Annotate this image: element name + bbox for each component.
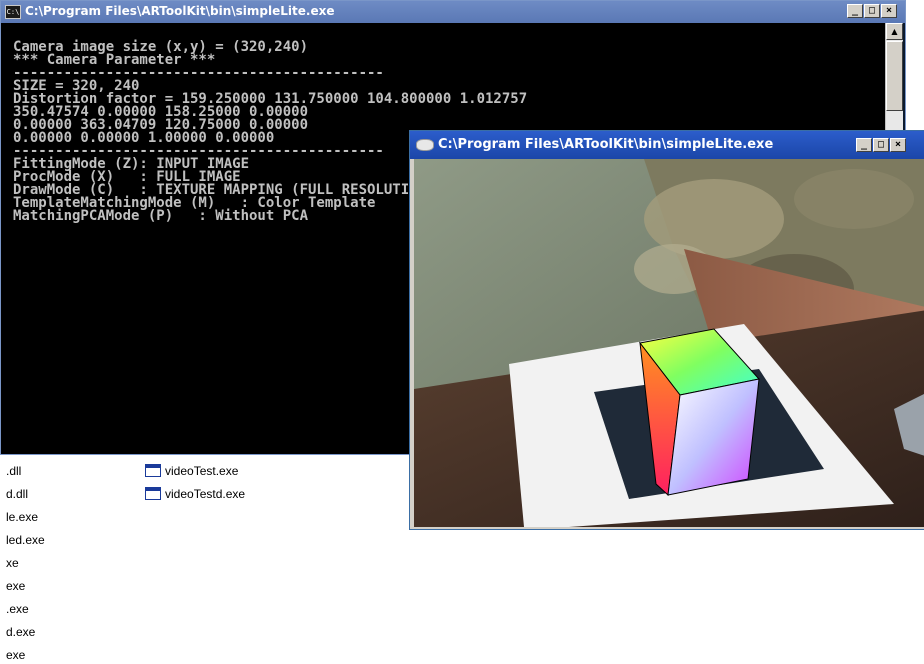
console-titlebar[interactable]: C:\ C:\Program Files\ARToolKit\bin\simpl… [1, 1, 905, 23]
file-name: .dll [6, 464, 22, 478]
file-name: le.exe [6, 510, 39, 524]
file-name: d.dll [6, 487, 29, 501]
close-button[interactable]: × [890, 138, 906, 152]
file-name: exe [6, 579, 26, 593]
list-item[interactable]: xe [6, 554, 19, 572]
exe-icon [145, 487, 161, 500]
window-app-icon [416, 139, 434, 151]
list-item[interactable]: .exe [6, 600, 29, 618]
camera-view[interactable] [414, 159, 924, 527]
window-controls: _ □ × [847, 4, 897, 18]
file-name: d.exe [6, 625, 36, 639]
minimize-button[interactable]: _ [856, 138, 872, 152]
file-name: xe [6, 556, 19, 570]
maximize-button[interactable]: □ [873, 138, 889, 152]
exe-icon [145, 464, 161, 477]
console-icon: C:\ [5, 5, 21, 19]
list-item[interactable]: videoTestd.exe [145, 485, 245, 503]
ar-window[interactable]: C:\Program Files\ARToolKit\bin\simpleLit… [409, 130, 924, 530]
camera-image [414, 159, 924, 527]
list-item[interactable]: d.dll [6, 485, 28, 503]
scroll-thumb[interactable] [886, 41, 903, 111]
list-item[interactable]: exe [6, 577, 25, 595]
console-title: C:\Program Files\ARToolKit\bin\simpleLit… [25, 4, 335, 18]
list-item[interactable]: le.exe [6, 508, 38, 526]
window-controls: _ □ × [856, 138, 906, 152]
close-button[interactable]: × [881, 4, 897, 18]
scroll-up-icon[interactable]: ▲ [886, 23, 903, 40]
maximize-button[interactable]: □ [864, 4, 880, 18]
list-item[interactable]: exe [6, 646, 25, 664]
ar-title: C:\Program Files\ARToolKit\bin\simpleLit… [438, 137, 774, 152]
file-list: .dll d.dll le.exe led.exe xe exe .exe d.… [0, 458, 400, 662]
file-name: led.exe [6, 533, 45, 547]
minimize-button[interactable]: _ [847, 4, 863, 18]
file-name: .exe [6, 602, 29, 616]
list-item[interactable]: led.exe [6, 531, 45, 549]
file-name: videoTestd.exe [165, 487, 246, 501]
list-item[interactable]: videoTest.exe [145, 462, 238, 480]
list-item[interactable]: d.exe [6, 623, 35, 641]
ar-titlebar[interactable]: C:\Program Files\ARToolKit\bin\simpleLit… [410, 131, 924, 159]
list-item[interactable]: .dll [6, 462, 21, 480]
file-name: videoTest.exe [165, 464, 239, 478]
